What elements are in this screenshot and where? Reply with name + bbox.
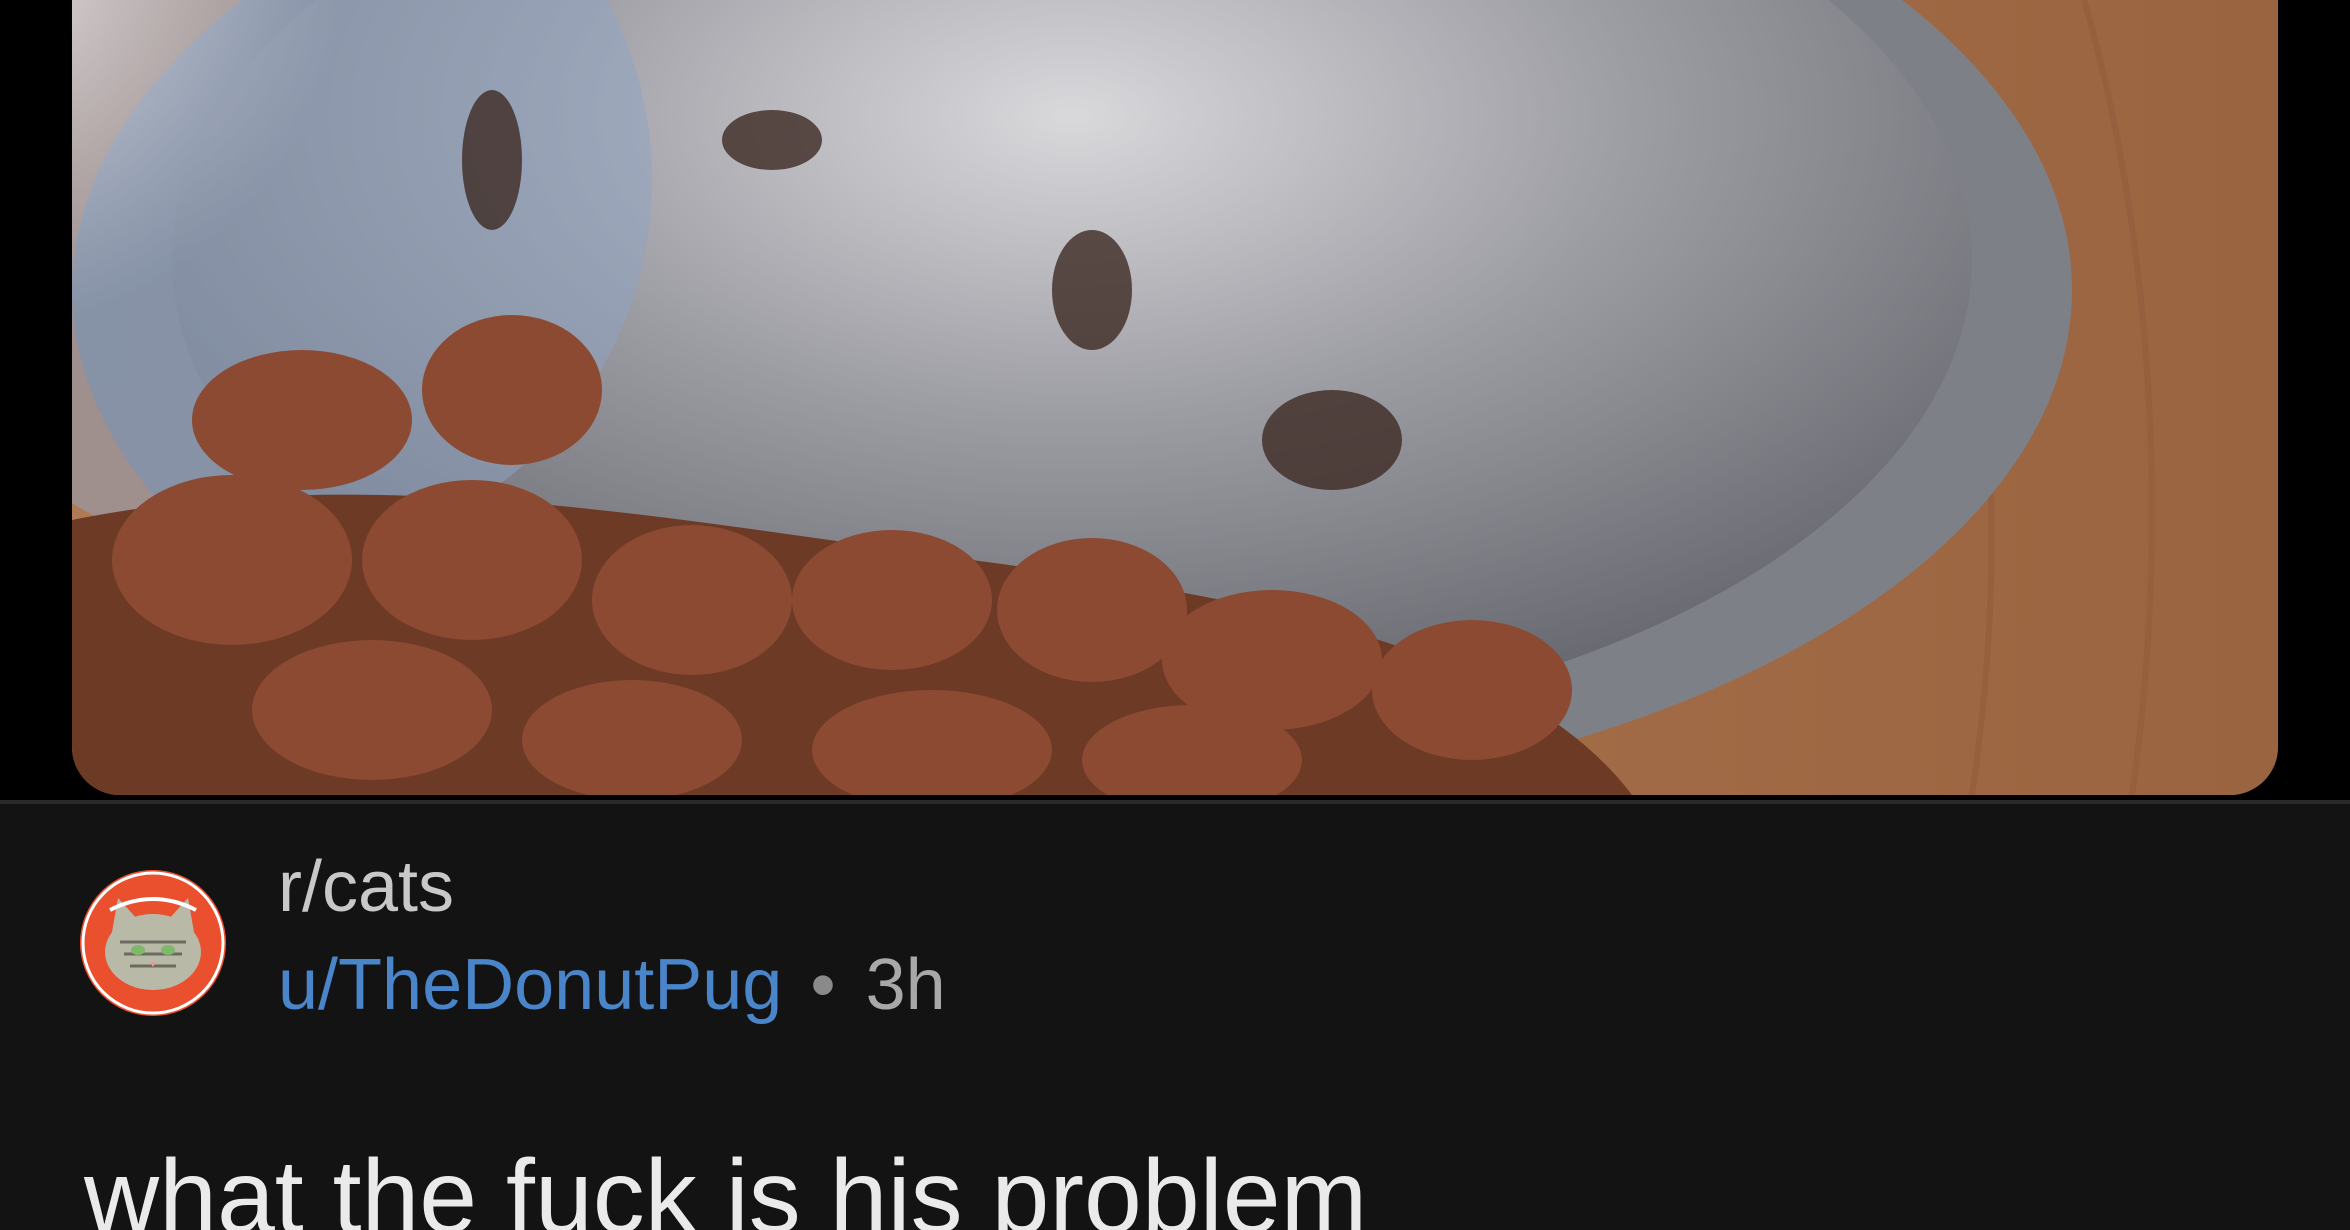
subreddit-link[interactable]: r/cats <box>278 847 454 927</box>
post-image[interactable] <box>72 0 2278 795</box>
author-link[interactable]: u/TheDonutPug <box>278 945 782 1025</box>
post-timestamp: 3h <box>865 945 946 1025</box>
post-card[interactable]: r/cats u/TheDonutPug • 3h what the fuck is… <box>0 804 2350 1230</box>
post-media-area <box>0 0 2350 800</box>
cat-icon <box>80 870 226 1016</box>
food-bowl-photo <box>72 0 2278 795</box>
post-title[interactable]: what the fuck is his problem <box>84 1140 1367 1230</box>
post-meta: u/TheDonutPug • 3h <box>278 945 946 1025</box>
subreddit-avatar[interactable] <box>80 870 226 1016</box>
meta-separator: • <box>810 945 836 1025</box>
reddit-post-screen: r/cats u/TheDonutPug • 3h what the fuck is… <box>0 0 2350 1230</box>
